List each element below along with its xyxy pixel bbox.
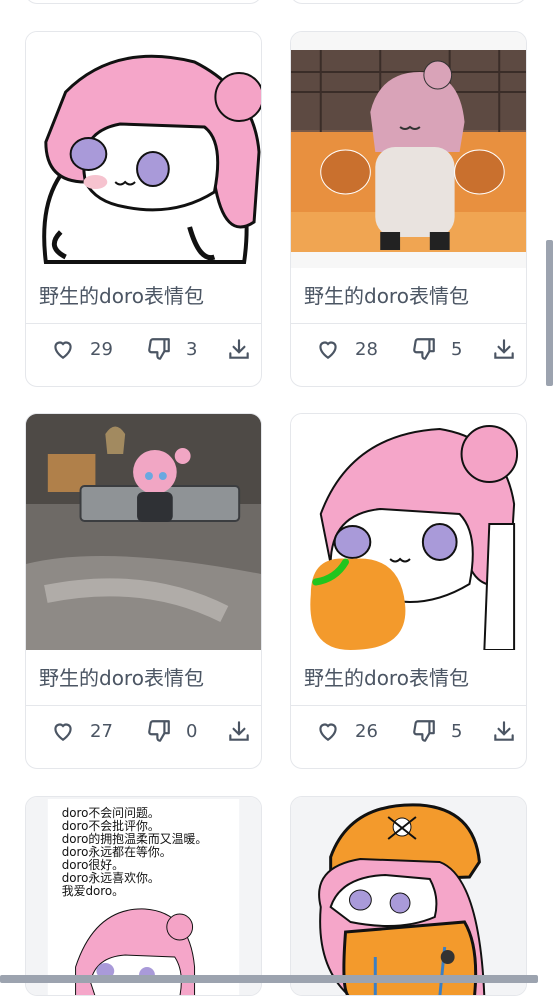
dislike-count: 5: [451, 720, 463, 742]
card-top-remnant-left: [25, 0, 262, 4]
like-button[interactable]: 26: [315, 714, 378, 748]
meme-card[interactable]: [290, 796, 527, 996]
caption-line: doro很好。: [62, 858, 124, 872]
meme-image[interactable]: doro不会问问题。 doro不会批评你。 doro的拥抱温柔而又温暖。 dor…: [26, 797, 261, 995]
caption-line: doro永远喜欢你。: [62, 870, 160, 885]
dislike-count: 3: [186, 338, 198, 360]
dislike-count: 0: [186, 720, 198, 742]
card-title: 野生的doro表情包: [39, 284, 204, 308]
horizontal-scrollbar[interactable]: [0, 975, 538, 983]
divider: [291, 705, 526, 706]
meme-card[interactable]: doro不会问问题。 doro不会批评你。 doro的拥抱温柔而又温暖。 dor…: [25, 796, 262, 996]
meme-image[interactable]: [291, 32, 526, 268]
divider: [291, 323, 526, 324]
dislike-button[interactable]: 5: [411, 332, 462, 366]
card-title: 野生的doro表情包: [304, 284, 469, 308]
download-button[interactable]: [226, 714, 252, 748]
caption-line: doro不会批评你。: [62, 818, 160, 833]
caption-line: doro不会问问题。: [62, 806, 160, 820]
caption-line: doro永远都在等你。: [62, 845, 172, 859]
meme-image[interactable]: [291, 414, 526, 650]
card-actions: 26 5: [291, 714, 526, 748]
card-actions: 27 0: [26, 714, 261, 748]
download-icon: [494, 339, 514, 359]
thumbs-down-icon: [148, 338, 170, 360]
meme-card[interactable]: 野生的doro表情包 26 5: [290, 413, 527, 769]
download-button[interactable]: [491, 714, 517, 748]
download-icon: [229, 721, 249, 741]
card-actions: 28 5: [291, 332, 526, 366]
heart-icon: [54, 723, 72, 741]
download-button[interactable]: [491, 332, 517, 366]
heart-icon: [319, 723, 337, 741]
like-button[interactable]: 28: [315, 332, 378, 366]
card-actions: 29 3: [26, 332, 261, 366]
download-icon: [229, 339, 249, 359]
thumbs-down-icon: [413, 338, 435, 360]
vertical-scrollbar[interactable]: [546, 240, 553, 386]
heart-icon: [54, 341, 72, 359]
card-title: 野生的doro表情包: [39, 666, 204, 690]
divider: [26, 705, 261, 706]
thumbs-down-icon: [413, 720, 435, 742]
dislike-button[interactable]: 0: [146, 714, 197, 748]
meme-image[interactable]: [26, 32, 261, 268]
thumbs-down-icon: [148, 720, 170, 742]
caption-line: doro的拥抱温柔而又温暖。: [62, 831, 208, 846]
card-top-remnant-right: [290, 0, 527, 4]
meme-card[interactable]: 野生的doro表情包 27 0: [25, 413, 262, 769]
caption-line: 我爱doro。: [62, 884, 124, 898]
like-count: 27: [90, 720, 113, 742]
like-button[interactable]: 27: [50, 714, 113, 748]
dislike-button[interactable]: 5: [411, 714, 462, 748]
dislike-count: 5: [451, 338, 463, 360]
like-count: 26: [355, 720, 378, 742]
divider: [26, 323, 261, 324]
download-icon: [494, 721, 514, 741]
heart-icon: [319, 341, 337, 359]
like-count: 29: [90, 338, 113, 360]
dislike-button[interactable]: 3: [146, 332, 197, 366]
meme-card[interactable]: 野生的doro表情包 29 3: [25, 31, 262, 387]
download-button[interactable]: [226, 332, 252, 366]
like-button[interactable]: 29: [50, 332, 113, 366]
like-count: 28: [355, 338, 378, 360]
meme-image[interactable]: [26, 414, 261, 650]
meme-image[interactable]: [291, 797, 526, 995]
card-title: 野生的doro表情包: [304, 666, 469, 690]
meme-card[interactable]: 野生的doro表情包 28 5: [290, 31, 527, 387]
